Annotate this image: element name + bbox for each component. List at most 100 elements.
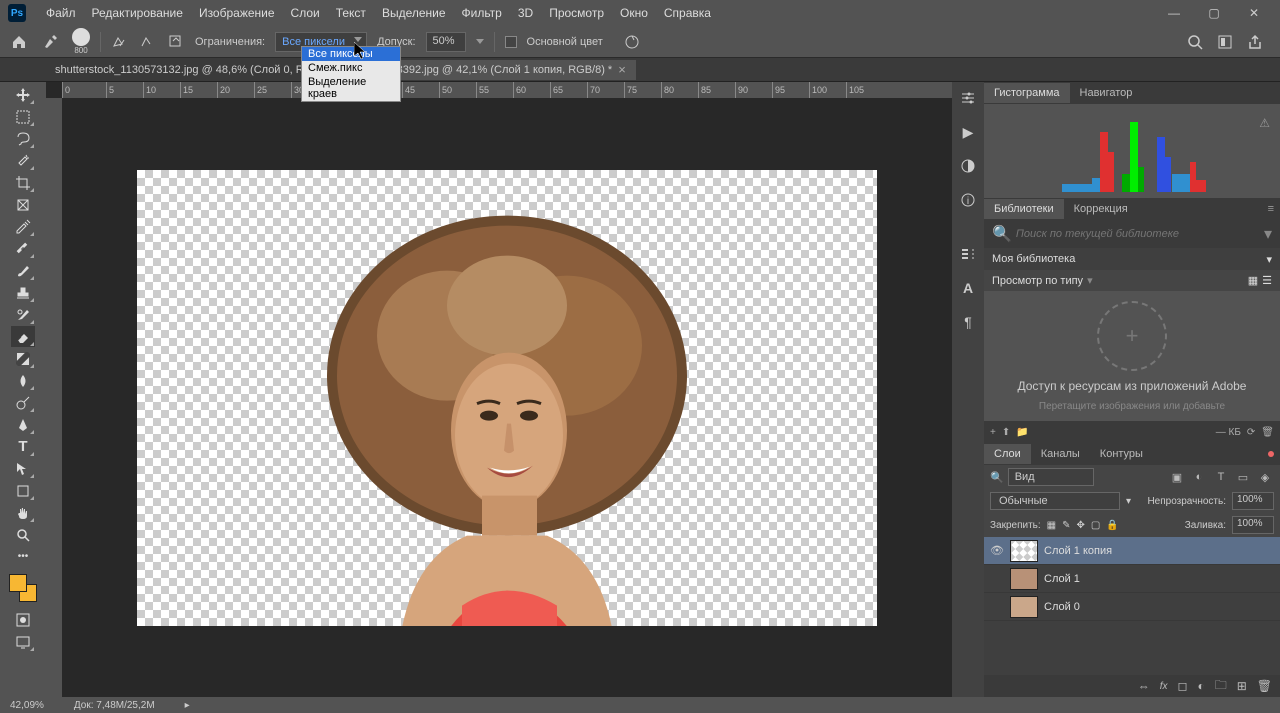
mask-icon[interactable]: ◻ <box>1177 679 1187 693</box>
filter-adj-icon[interactable]: ◐ <box>1190 468 1208 486</box>
link-icon[interactable]: ⇔ <box>1138 679 1150 693</box>
tool-more[interactable]: ••• <box>11 546 35 567</box>
menu-image[interactable]: Изображение <box>191 2 283 24</box>
tool-eraser[interactable] <box>11 326 35 347</box>
lock-transparency-icon[interactable]: ▦ <box>1047 520 1056 531</box>
tool-hand[interactable] <box>11 502 35 523</box>
panel-menu-icon[interactable]: ≡ <box>1268 203 1280 215</box>
add-library-icon[interactable]: + <box>990 427 996 438</box>
maximize-button[interactable]: ▢ <box>1204 3 1224 23</box>
trash-icon[interactable]: 🗑 <box>1261 427 1274 438</box>
minimize-button[interactable]: — <box>1164 3 1184 23</box>
lock-artboard-icon[interactable]: ▢ <box>1091 520 1100 531</box>
tolerance-input[interactable]: 50% <box>426 32 466 52</box>
menu-select[interactable]: Выделение <box>374 2 454 24</box>
trash-icon[interactable]: 🗑 <box>1257 679 1272 693</box>
blend-mode-select[interactable]: Обычные <box>990 492 1120 510</box>
group-icon[interactable]: 🗀 <box>1215 676 1227 697</box>
kind-select[interactable]: Вид <box>1008 468 1094 486</box>
layer-row[interactable]: 👁 Слой 1 копия <box>984 537 1280 565</box>
ruler-horizontal[interactable]: 0 5 10 15 20 25 30 35 40 45 50 55 60 65 … <box>62 82 952 98</box>
menu-window[interactable]: Окно <box>612 2 656 24</box>
layer-thumbnail[interactable] <box>1010 540 1038 562</box>
tool-wand[interactable] <box>11 150 35 171</box>
tool-stamp[interactable] <box>11 282 35 303</box>
tab-navigator[interactable]: Навигатор <box>1070 83 1143 103</box>
menu-view[interactable]: Просмотр <box>541 2 612 24</box>
tab-close-icon[interactable]: × <box>618 65 626 75</box>
brush-preview[interactable] <box>72 28 90 46</box>
library-select[interactable]: Моя библиотека ▾ <box>984 248 1280 270</box>
sample-all-layers-icon[interactable] <box>111 33 129 51</box>
menu-type[interactable]: Текст <box>328 2 374 24</box>
layer-row[interactable]: Слой 0 <box>984 593 1280 621</box>
tool-gradient[interactable] <box>11 348 35 369</box>
tool-crop[interactable] <box>11 172 35 193</box>
layer-thumbnail[interactable] <box>1010 596 1038 618</box>
dropdown-option-edges[interactable]: Выделение краев <box>302 75 400 101</box>
layer-name[interactable]: Слой 1 <box>1044 573 1080 585</box>
tab-layers[interactable]: Слои <box>984 444 1031 464</box>
filter-smart-icon[interactable]: ◈ <box>1256 468 1274 486</box>
adjustment-icon[interactable] <box>958 156 978 176</box>
filter-type-icon[interactable]: T <box>1212 468 1230 486</box>
tool-screen[interactable] <box>11 631 35 652</box>
filter-shape-icon[interactable]: ▭ <box>1234 468 1252 486</box>
canvas-viewport[interactable] <box>62 98 952 697</box>
canvas-image[interactable] <box>137 170 877 626</box>
tool-pen[interactable] <box>11 414 35 435</box>
layer-row[interactable]: Слой 1 <box>984 565 1280 593</box>
share-icon[interactable] <box>1246 33 1264 51</box>
folder-icon[interactable]: 📁 <box>1016 427 1028 438</box>
new-layer-icon[interactable]: ⊞ <box>1237 679 1247 693</box>
visibility-toggle[interactable] <box>990 600 1004 614</box>
color-swatches[interactable] <box>9 574 37 602</box>
lock-brush-icon[interactable]: ✎ <box>1062 520 1070 531</box>
fx-icon[interactable]: fx <box>1160 681 1168 692</box>
properties-icon[interactable] <box>958 88 978 108</box>
menu-help[interactable]: Справка <box>656 2 719 24</box>
sample-layer-icon[interactable] <box>139 33 157 51</box>
ruler-vertical[interactable] <box>46 98 62 697</box>
tool-dodge[interactable] <box>11 392 35 413</box>
library-drop-zone[interactable]: + Доступ к ресурсам из приложений Adobe … <box>984 291 1280 421</box>
filter-image-icon[interactable]: ▣ <box>1168 468 1186 486</box>
chevron-down-icon[interactable]: ▾ <box>1087 274 1093 287</box>
info-icon[interactable]: i <box>958 190 978 210</box>
menu-3d[interactable]: 3D <box>510 2 541 24</box>
tool-healing[interactable] <box>11 238 35 259</box>
tab-adjustments[interactable]: Коррекция <box>1064 199 1138 219</box>
panel-icon[interactable] <box>958 244 978 264</box>
visibility-toggle[interactable] <box>990 572 1004 586</box>
tool-eyedropper[interactable] <box>11 216 35 237</box>
library-search-input[interactable] <box>1012 224 1264 244</box>
arrange-icon[interactable] <box>1216 33 1234 51</box>
layer-name[interactable]: Слой 1 копия <box>1044 545 1112 557</box>
tool-preset-icon[interactable] <box>40 31 62 53</box>
grid-view-icon[interactable]: ▦ <box>1248 274 1258 287</box>
chevron-down-icon[interactable]: ▾ <box>1126 496 1131 507</box>
chevron-down-icon[interactable] <box>476 39 484 44</box>
list-view-icon[interactable]: ☰ <box>1262 274 1272 287</box>
fill-input[interactable]: 100% <box>1232 516 1274 534</box>
protect-fg-checkbox[interactable] <box>505 36 517 48</box>
menu-edit[interactable]: Редактирование <box>84 2 191 24</box>
tool-quickmask[interactable] <box>11 609 35 630</box>
lock-all-icon[interactable]: 🔒 <box>1106 520 1118 531</box>
opacity-input[interactable]: 100% <box>1232 492 1274 510</box>
sample-bg-icon[interactable] <box>167 33 185 51</box>
tool-type[interactable]: T <box>11 436 35 457</box>
tab-paths[interactable]: Контуры <box>1090 444 1153 464</box>
sync-icon[interactable]: ⟳ <box>1247 427 1255 438</box>
tool-history[interactable] <box>11 304 35 325</box>
search-icon[interactable] <box>1186 33 1204 51</box>
char-icon[interactable]: A <box>958 278 978 298</box>
actions-icon[interactable]: ▶ <box>958 122 978 142</box>
tool-frame[interactable] <box>11 194 35 215</box>
adj-layer-icon[interactable]: ◐ <box>1197 679 1204 693</box>
close-button[interactable]: ✕ <box>1244 3 1264 23</box>
tool-zoom[interactable] <box>11 524 35 545</box>
foreground-color[interactable] <box>9 574 27 592</box>
menu-file[interactable]: Файл <box>38 2 84 24</box>
warning-icon[interactable]: ⚠ <box>1259 116 1270 130</box>
